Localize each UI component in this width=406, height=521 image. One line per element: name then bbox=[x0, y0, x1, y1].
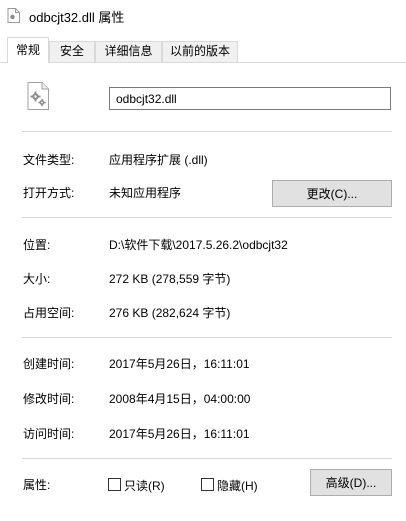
readonly-checkbox[interactable] bbox=[108, 478, 121, 491]
size-value: 272 KB (278,559 字节) bbox=[109, 272, 231, 286]
file-type-label: 文件类型: bbox=[23, 153, 75, 167]
tab-security[interactable]: 安全 bbox=[49, 41, 95, 62]
divider bbox=[22, 131, 392, 132]
tab-general[interactable]: 常规 bbox=[7, 37, 49, 63]
size-on-disk-label: 占用空间: bbox=[23, 306, 75, 320]
created-value: 2017年5月26日，16:11:01 bbox=[109, 357, 250, 371]
dll-file-icon bbox=[7, 8, 20, 23]
readonly-label[interactable]: 只读(R) bbox=[124, 477, 165, 494]
attributes-label: 属性: bbox=[23, 478, 51, 492]
hidden-label[interactable]: 隐藏(H) bbox=[217, 477, 258, 494]
advanced-button[interactable]: 高级(D)... bbox=[310, 469, 392, 496]
hidden-checkbox[interactable] bbox=[201, 478, 214, 491]
file-name-field[interactable] bbox=[109, 87, 391, 110]
created-label: 创建时间: bbox=[23, 357, 75, 371]
location-value: D:\软件下载\2017.5.26.2\odbcjt32 bbox=[109, 238, 288, 252]
opens-with-value: 未知应用程序 bbox=[109, 186, 182, 200]
accessed-label: 访问时间: bbox=[23, 427, 75, 441]
modified-value: 2008年4月15日，04:00:00 bbox=[109, 392, 251, 406]
dll-gear-file-icon bbox=[27, 82, 49, 110]
opens-with-label: 打开方式: bbox=[23, 186, 75, 200]
tab-strip: 常规 安全 详细信息 以前的版本 bbox=[0, 37, 406, 63]
file-type-value: 应用程序扩展 (.dll) bbox=[109, 153, 208, 167]
accessed-value: 2017年5月26日，16:11:01 bbox=[109, 427, 250, 441]
location-label: 位置: bbox=[23, 238, 51, 252]
window-title: odbcjt32.dll 属性 bbox=[29, 10, 125, 25]
tab-details[interactable]: 详细信息 bbox=[95, 41, 162, 62]
size-label: 大小: bbox=[23, 272, 51, 286]
divider bbox=[22, 458, 392, 459]
modified-label: 修改时间: bbox=[23, 392, 75, 406]
divider bbox=[22, 337, 392, 338]
divider bbox=[22, 217, 392, 218]
title-bar[interactable]: odbcjt32.dll 属性 bbox=[0, 0, 406, 30]
tab-previous-versions[interactable]: 以前的版本 bbox=[162, 41, 238, 62]
change-button[interactable]: 更改(C)... bbox=[272, 180, 392, 207]
size-on-disk-value: 276 KB (282,624 字节) bbox=[109, 306, 231, 320]
